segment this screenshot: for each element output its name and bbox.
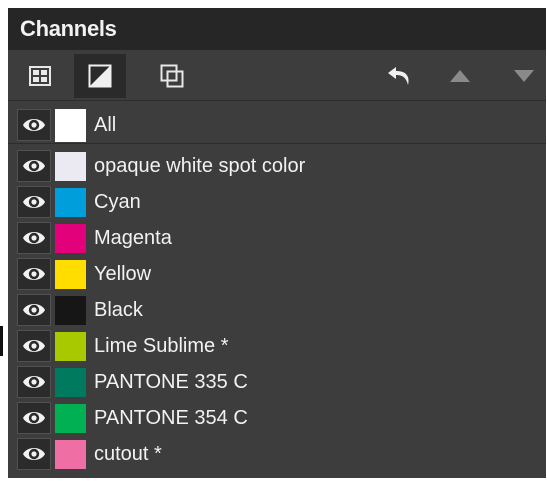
visibility-toggle[interactable] bbox=[17, 109, 51, 141]
color-swatch bbox=[55, 152, 86, 181]
visibility-toggle[interactable] bbox=[17, 330, 51, 362]
visibility-toggle[interactable] bbox=[17, 150, 51, 182]
composite-view-button[interactable] bbox=[74, 54, 126, 98]
channel-label: Lime Sublime * bbox=[94, 335, 229, 357]
eye-icon bbox=[23, 268, 45, 280]
panel-title: Channels bbox=[8, 8, 546, 50]
channel-row[interactable]: cutout * bbox=[8, 436, 546, 472]
panel-edge-marker bbox=[0, 326, 3, 356]
visibility-toggle[interactable] bbox=[17, 258, 51, 290]
visibility-toggle[interactable] bbox=[17, 222, 51, 254]
channel-label: cutout * bbox=[94, 443, 162, 465]
grid-view-button[interactable] bbox=[14, 54, 66, 98]
color-swatch bbox=[55, 332, 86, 361]
channel-row[interactable]: Lime Sublime * bbox=[8, 328, 546, 364]
arrow-up-icon bbox=[450, 70, 470, 82]
visibility-toggle[interactable] bbox=[17, 294, 51, 326]
eye-icon bbox=[23, 196, 45, 208]
color-swatch bbox=[55, 109, 86, 142]
channel-row[interactable]: Black bbox=[8, 292, 546, 328]
visibility-toggle[interactable] bbox=[17, 402, 51, 434]
eye-icon bbox=[23, 376, 45, 388]
channel-label: PANTONE 335 C bbox=[94, 371, 248, 393]
color-swatch bbox=[55, 296, 86, 325]
channel-label: All bbox=[94, 114, 117, 136]
color-swatch bbox=[55, 440, 86, 469]
color-swatch bbox=[55, 368, 86, 397]
visibility-toggle[interactable] bbox=[17, 186, 51, 218]
eye-icon bbox=[23, 232, 45, 244]
channel-label: Magenta bbox=[94, 227, 172, 249]
eye-icon bbox=[23, 160, 45, 172]
overlap-view-button[interactable] bbox=[146, 54, 198, 98]
channel-label: PANTONE 354 C bbox=[94, 407, 248, 429]
eye-icon bbox=[23, 448, 45, 460]
channel-label: opaque white spot color bbox=[94, 155, 306, 177]
overlap-icon bbox=[160, 64, 184, 88]
eye-icon bbox=[23, 304, 45, 316]
eye-icon bbox=[23, 119, 45, 131]
channel-row-all[interactable]: All bbox=[8, 107, 546, 144]
undo-icon bbox=[388, 67, 409, 85]
move-up-button[interactable] bbox=[434, 54, 486, 98]
channel-label: Yellow bbox=[94, 263, 152, 285]
channel-label: Cyan bbox=[94, 191, 141, 213]
channel-row[interactable]: Cyan bbox=[8, 184, 546, 220]
channel-row[interactable]: PANTONE 354 C bbox=[8, 400, 546, 436]
channel-row[interactable]: PANTONE 335 C bbox=[8, 364, 546, 400]
channel-row[interactable]: opaque white spot color bbox=[8, 148, 546, 184]
move-down-button[interactable] bbox=[498, 54, 546, 98]
grid-icon bbox=[29, 66, 51, 86]
color-swatch bbox=[55, 260, 86, 289]
contrast-icon bbox=[88, 64, 112, 88]
color-swatch bbox=[55, 404, 86, 433]
eye-icon bbox=[23, 340, 45, 352]
color-swatch bbox=[55, 188, 86, 217]
channel-row[interactable]: Yellow bbox=[8, 256, 546, 292]
channels-toolbar bbox=[8, 50, 546, 101]
undo-button[interactable] bbox=[374, 54, 426, 98]
arrow-down-icon bbox=[514, 70, 534, 82]
visibility-toggle[interactable] bbox=[17, 438, 51, 470]
color-swatch bbox=[55, 224, 86, 253]
channels-panel: Channels All opaque white spot color Cya… bbox=[8, 8, 546, 478]
channel-label: Black bbox=[94, 299, 143, 321]
eye-icon bbox=[23, 412, 45, 424]
channel-row[interactable]: Magenta bbox=[8, 220, 546, 256]
visibility-toggle[interactable] bbox=[17, 366, 51, 398]
